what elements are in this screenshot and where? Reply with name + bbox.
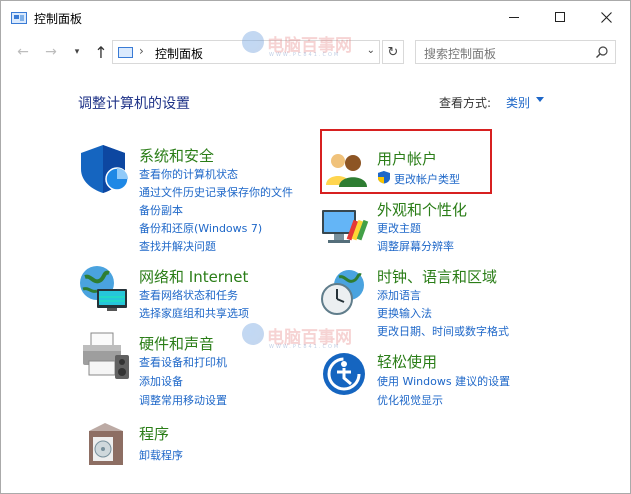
chevron-down-icon: ▾ xyxy=(74,47,80,57)
printer-icon[interactable] xyxy=(79,329,133,383)
watermark-sub: WWW.PC841.COM xyxy=(269,52,341,58)
category-ease-of-access[interactable]: 轻松使用 xyxy=(377,351,437,372)
link-screen-resolution[interactable]: 调整屏幕分辨率 xyxy=(377,238,454,254)
category-hardware-sound[interactable]: 硬件和声音 xyxy=(139,333,214,354)
category-programs[interactable]: 程序 xyxy=(139,423,169,444)
link-change-account-type[interactable]: 更改帐户类型 xyxy=(394,171,460,187)
watermark-logo-icon xyxy=(242,31,264,53)
address-dropdown-icon[interactable]: ⌄ xyxy=(367,45,375,56)
category-system-security[interactable]: 系统和安全 xyxy=(139,145,214,166)
link-view-computer-status[interactable]: 查看你的计算机状态 xyxy=(139,166,238,182)
forward-arrow-icon: → xyxy=(45,44,57,60)
network-globe-icon[interactable] xyxy=(77,263,133,313)
link-add-device[interactable]: 添加设备 xyxy=(139,373,183,389)
link-network-status[interactable]: 查看网络状态和任务 xyxy=(139,287,238,303)
minimize-icon xyxy=(509,16,519,18)
programs-box-icon[interactable] xyxy=(85,421,129,469)
watermark-sub: WWW.PC841.COM xyxy=(269,344,341,350)
link-troubleshoot[interactable]: 查找并解决问题 xyxy=(139,238,216,254)
category-appearance[interactable]: 外观和个性化 xyxy=(377,199,467,220)
search-icon[interactable] xyxy=(595,45,609,59)
link-devices-printers[interactable]: 查看设备和打印机 xyxy=(139,354,227,370)
close-button[interactable] xyxy=(583,1,629,33)
users-icon[interactable] xyxy=(323,149,369,189)
control-panel-app-icon xyxy=(11,12,27,24)
category-clock-language-region[interactable]: 时钟、语言和区域 xyxy=(377,266,497,287)
view-by-dropdown[interactable]: 类别 xyxy=(506,94,530,111)
search-input[interactable]: 搜索控制面板 xyxy=(415,40,616,64)
close-icon xyxy=(600,11,612,23)
up-arrow-icon: ↑ xyxy=(94,42,108,62)
view-by-caret-icon[interactable] xyxy=(536,97,544,102)
link-homegroup-sharing[interactable]: 选择家庭组和共享选项 xyxy=(139,305,249,321)
clock-globe-icon[interactable] xyxy=(319,267,369,317)
link-mobility-settings[interactable]: 调整常用移动设置 xyxy=(139,392,227,408)
back-button[interactable]: ← xyxy=(13,41,33,63)
maximize-icon xyxy=(555,12,565,22)
uac-shield-icon xyxy=(378,171,390,184)
recent-locations-button[interactable]: ▾ xyxy=(67,41,87,63)
category-user-accounts[interactable]: 用户帐户 xyxy=(377,148,437,169)
breadcrumb-separator: › xyxy=(139,44,144,58)
title-bar[interactable]: 控制面板 xyxy=(1,1,630,35)
link-change-input-method[interactable]: 更换输入法 xyxy=(377,305,432,321)
window-title: 控制面板 xyxy=(34,12,83,26)
link-backup-restore[interactable]: 备份和还原(Windows 7) xyxy=(139,220,262,236)
up-button[interactable]: ↑ xyxy=(91,41,111,63)
link-backup-copy[interactable]: 备份副本 xyxy=(139,202,183,218)
watermark-logo-icon xyxy=(242,323,264,345)
maximize-button[interactable] xyxy=(537,1,583,33)
page-title: 调整计算机的设置 xyxy=(78,96,190,112)
refresh-button[interactable]: ↻ xyxy=(382,40,404,64)
link-file-history[interactable]: 通过文件历史记录保存你的文件 xyxy=(139,184,293,200)
category-network-internet[interactable]: 网络和 Internet xyxy=(139,266,248,287)
breadcrumb-control-panel[interactable]: 控制面板 xyxy=(155,45,203,62)
link-optimize-visual-display[interactable]: 优化视觉显示 xyxy=(377,392,443,408)
link-add-language[interactable]: 添加语言 xyxy=(377,287,421,303)
search-placeholder: 搜索控制面板 xyxy=(424,47,497,61)
link-change-theme[interactable]: 更改主题 xyxy=(377,220,421,236)
display-palette-icon[interactable] xyxy=(320,206,370,246)
link-windows-recommended-settings[interactable]: 使用 Windows 建议的设置 xyxy=(377,373,510,389)
accessibility-icon[interactable] xyxy=(321,351,367,397)
forward-button[interactable]: → xyxy=(41,41,61,63)
link-uninstall-program[interactable]: 卸载程序 xyxy=(139,447,183,463)
control-panel-window: 控制面板 ← → ▾ ↑ › 控制面板 ⌄ ↻ 搜索控制面板 调整计算机的设置 … xyxy=(0,0,631,494)
refresh-icon: ↻ xyxy=(387,44,399,60)
view-by-label: 查看方式: xyxy=(439,96,492,110)
link-date-time-format[interactable]: 更改日期、时间或数字格式 xyxy=(377,323,509,339)
back-arrow-icon: ← xyxy=(17,44,29,60)
shield-icon[interactable] xyxy=(77,143,133,195)
minimize-button[interactable] xyxy=(491,1,537,33)
control-panel-location-icon xyxy=(118,47,133,58)
